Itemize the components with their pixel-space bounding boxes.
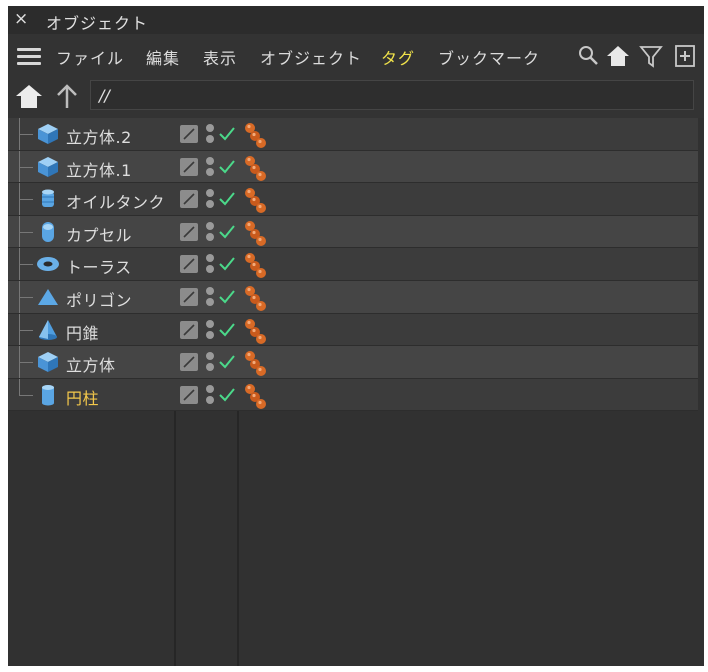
enabled-check-icon[interactable] — [218, 387, 236, 403]
oiltank-icon[interactable] — [36, 188, 60, 210]
visibility-dots-icon[interactable] — [206, 319, 216, 342]
layer-icon[interactable] — [180, 157, 198, 176]
object-name[interactable]: ポリゴン — [66, 287, 132, 311]
menu-tags[interactable]: タグ — [381, 45, 415, 69]
tag-icon[interactable] — [242, 284, 270, 312]
layer-icon[interactable] — [180, 353, 198, 372]
visibility-dots-icon[interactable] — [206, 254, 216, 276]
tree-line — [12, 378, 34, 411]
home-icon[interactable] — [605, 43, 631, 69]
object-row[interactable]: 円錐 — [8, 313, 698, 347]
menu-view[interactable]: 表示 — [203, 45, 237, 69]
layer-icon[interactable] — [180, 320, 198, 339]
enabled-check-icon[interactable] — [218, 256, 236, 272]
enabled-check-icon[interactable] — [218, 322, 236, 338]
object-row[interactable]: 立方体 — [8, 346, 698, 379]
enabled-check-icon[interactable] — [218, 126, 236, 142]
object-row[interactable]: 立方体.2 — [8, 118, 698, 151]
enabled-check-icon[interactable] — [218, 191, 236, 207]
torus-icon[interactable] — [36, 253, 60, 275]
enabled-check-icon[interactable] — [218, 289, 236, 305]
tree-line — [12, 280, 34, 313]
object-name[interactable]: カプセル — [66, 222, 132, 246]
layer-icon[interactable] — [180, 125, 198, 143]
object-list: 立方体.2 立方体.1 オイルタンク カプセルトーラスポリゴン円錐立方体円柱 — [8, 118, 704, 666]
cube-icon[interactable] — [36, 123, 60, 145]
up-arrow-icon[interactable] — [52, 81, 82, 111]
object-name[interactable]: 立方体.2 — [66, 124, 132, 148]
layer-icon[interactable] — [180, 385, 198, 404]
tag-icon[interactable] — [242, 349, 270, 377]
object-name[interactable]: 立方体.1 — [66, 157, 132, 181]
enabled-check-icon[interactable] — [218, 159, 236, 175]
menu-object[interactable]: オブジェクト — [260, 45, 362, 69]
home-icon[interactable] — [14, 81, 44, 111]
hamburger-menu-icon[interactable] — [17, 48, 41, 66]
tree-line — [12, 248, 34, 280]
menu-edit[interactable]: 編集 — [146, 45, 180, 69]
object-name[interactable]: オイルタンク — [66, 189, 165, 213]
cylinder-icon[interactable] — [36, 384, 60, 406]
layer-icon[interactable] — [180, 222, 198, 241]
tree-line — [12, 183, 34, 215]
tree-line — [12, 150, 34, 183]
cone-icon[interactable] — [36, 319, 60, 341]
object-name[interactable]: 立方体 — [66, 352, 116, 376]
panel-title: オブジェクト — [46, 14, 149, 33]
enabled-check-icon[interactable] — [218, 224, 236, 240]
close-icon[interactable]: × — [14, 9, 32, 29]
tree-line — [12, 215, 34, 248]
layer-icon[interactable] — [180, 255, 198, 274]
object-row[interactable]: カプセル — [8, 215, 698, 249]
visibility-dots-icon[interactable] — [206, 221, 216, 244]
tree-line — [12, 313, 34, 346]
filter-icon[interactable] — [638, 43, 664, 69]
capsule-icon[interactable] — [36, 221, 60, 243]
enabled-check-icon[interactable] — [218, 354, 236, 370]
object-manager-panel: × オブジェクト ファイル 編集 表示 オブジェクト タグ ブックマーク // — [8, 6, 704, 666]
tag-icon[interactable] — [242, 154, 270, 182]
object-row[interactable]: 立方体.1 — [8, 150, 698, 184]
cube-icon[interactable] — [36, 156, 60, 178]
path-input[interactable]: // — [90, 80, 694, 110]
menu-bookmarks[interactable]: ブックマーク — [438, 45, 540, 69]
object-row[interactable]: オイルタンク — [8, 183, 698, 216]
tree-line — [12, 118, 34, 150]
tag-icon[interactable] — [242, 219, 270, 247]
search-icon[interactable] — [576, 43, 602, 69]
visibility-dots-icon[interactable] — [206, 124, 216, 146]
object-row[interactable]: トーラス — [8, 248, 698, 281]
tag-icon[interactable] — [242, 251, 270, 279]
tag-icon[interactable] — [242, 121, 270, 149]
layer-icon[interactable] — [180, 190, 198, 209]
object-row[interactable]: 円柱 — [8, 378, 698, 412]
menu-bar: ファイル 編集 表示 オブジェクト タグ ブックマーク — [8, 37, 704, 75]
tree-line — [12, 346, 34, 378]
visibility-dots-icon[interactable] — [206, 156, 216, 179]
cube-icon[interactable] — [36, 351, 60, 373]
layer-icon[interactable] — [180, 287, 198, 306]
tag-icon[interactable] — [242, 317, 270, 345]
polygon-icon[interactable] — [36, 286, 60, 308]
menu-file[interactable]: ファイル — [56, 45, 124, 69]
object-name[interactable]: 円錐 — [66, 320, 99, 344]
tag-icon[interactable] — [242, 382, 270, 410]
visibility-dots-icon[interactable] — [206, 286, 216, 309]
panel-titlebar: × オブジェクト — [8, 6, 704, 34]
visibility-dots-icon[interactable] — [206, 384, 216, 407]
path-bar: // — [8, 78, 704, 116]
tag-icon[interactable] — [242, 186, 270, 214]
visibility-dots-icon[interactable] — [206, 352, 216, 374]
new-panel-icon[interactable] — [672, 43, 698, 69]
object-name[interactable]: トーラス — [66, 254, 132, 278]
visibility-dots-icon[interactable] — [206, 189, 216, 211]
object-rows: 立方体.2 立方体.1 オイルタンク カプセルトーラスポリゴン円錐立方体円柱 — [8, 118, 698, 412]
object-row[interactable]: ポリゴン — [8, 280, 698, 314]
object-name[interactable]: 円柱 — [66, 385, 99, 409]
